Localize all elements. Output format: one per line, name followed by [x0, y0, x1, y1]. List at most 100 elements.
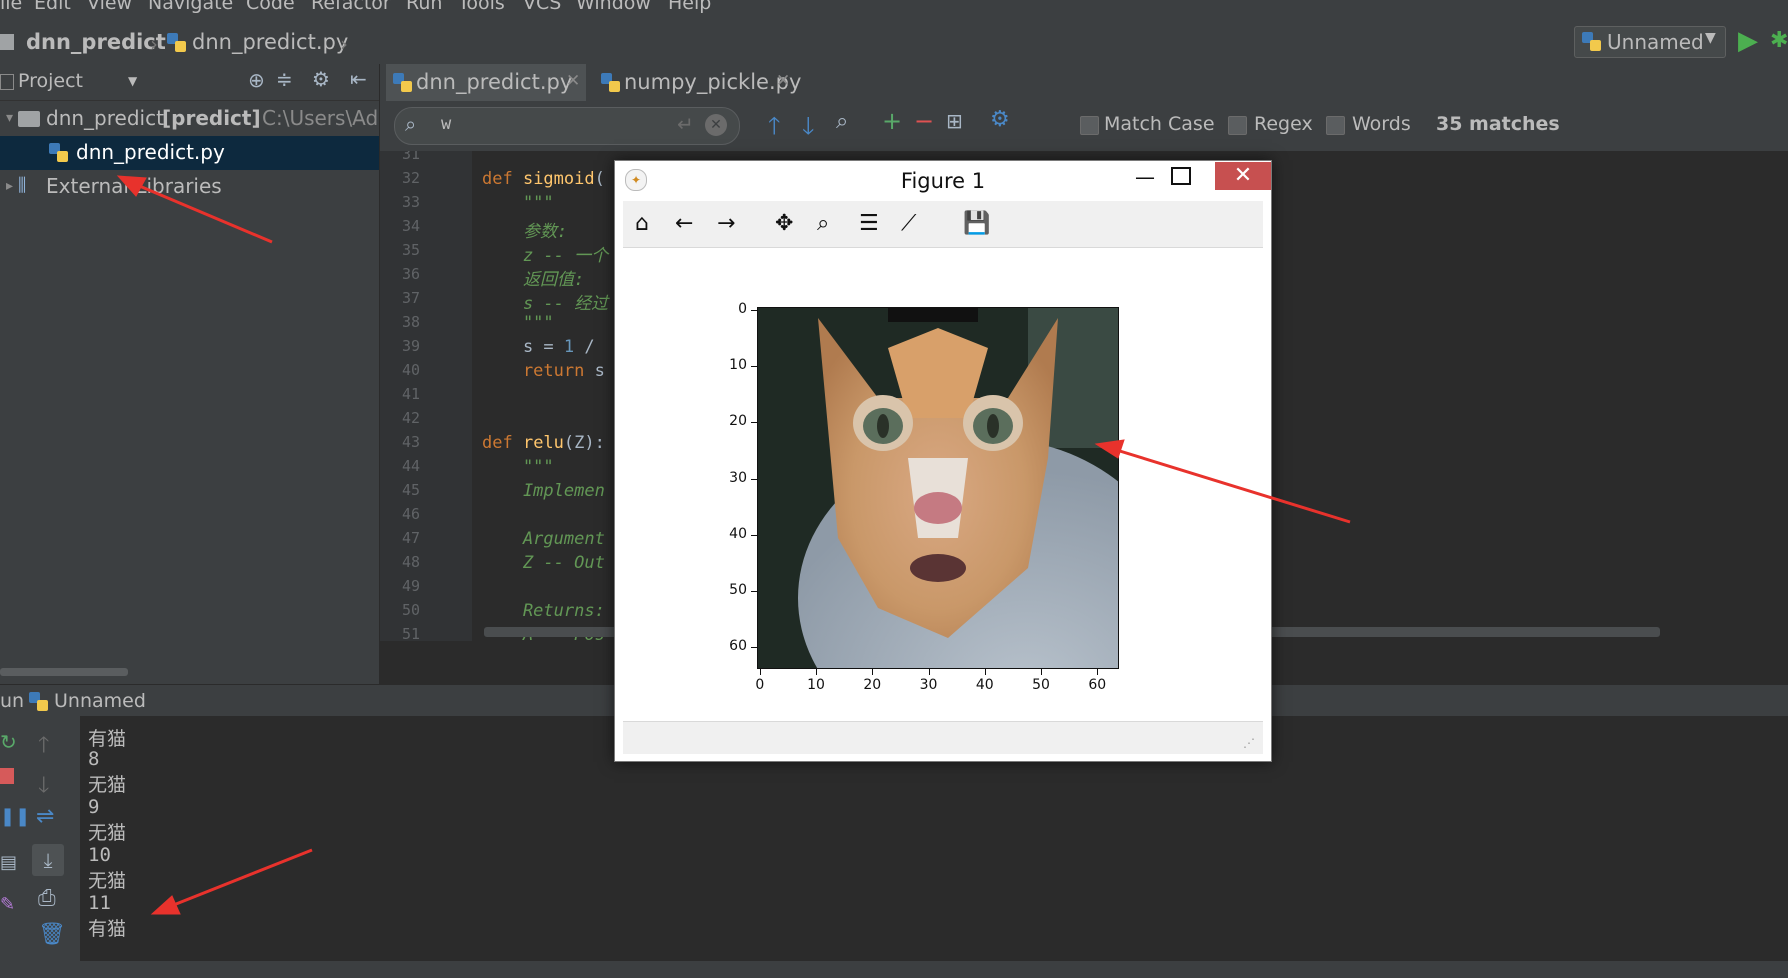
python-icon — [29, 692, 48, 711]
figure-window[interactable]: ✦ Figure 1 — ✕ ⌂ ← → ✥ ⌕ ☰ ⟋ 💾 0 10 20 3… — [614, 160, 1272, 762]
code-line: 返回值: — [482, 265, 584, 290]
close-icon[interactable]: ✕ — [776, 71, 790, 91]
stop-icon[interactable] — [0, 768, 14, 784]
add-occurrence-icon[interactable]: + — [882, 107, 902, 135]
tree-root-module: [predict] — [162, 106, 261, 130]
tree-item-root[interactable]: ▾ dnn_predict [predict] C:\Users\Adr — [0, 102, 386, 136]
breadcrumb-separator-icon: › — [150, 32, 158, 56]
next-match-icon[interactable]: 🡓 — [802, 109, 814, 150]
scroll-to-end-icon[interactable]: ⤓ — [32, 844, 64, 876]
tab-dnn-predict[interactable]: dnn_predict.py ✕ — [386, 64, 586, 101]
match-case-label: Match Case — [1104, 113, 1215, 135]
run-config-select[interactable]: Unnamed ▼ — [1574, 26, 1726, 58]
home-icon[interactable]: ⌂ — [635, 211, 649, 236]
forward-arrow-icon[interactable]: → — [717, 211, 735, 236]
menu-window[interactable]: Window — [576, 0, 651, 14]
words-checkbox[interactable] — [1326, 116, 1345, 135]
code-line: 参数: — [482, 217, 567, 242]
collapse-icon[interactable]: ≑ — [276, 67, 293, 91]
save-icon[interactable]: 💾 — [963, 211, 990, 236]
zoom-icon[interactable]: ⌕ — [817, 211, 829, 236]
regex-label: Regex — [1254, 113, 1313, 135]
run-config-name[interactable]: Unnamed — [54, 690, 146, 712]
code-line: Z -- Out — [482, 553, 605, 573]
debug-icon[interactable]: ✱ — [1770, 28, 1788, 53]
figure-title-bar[interactable]: ✦ Figure 1 — ✕ — [615, 161, 1271, 199]
folder-icon — [0, 34, 14, 50]
x-tick-label: 0 — [755, 677, 765, 693]
print-icon[interactable]: ⎙ — [38, 886, 56, 911]
resize-grip-icon[interactable]: ⋰ — [1243, 736, 1255, 750]
subplots-icon[interactable]: ☰ — [859, 211, 879, 236]
clear-icon[interactable]: ✕ — [705, 114, 727, 136]
remove-occurrence-icon[interactable]: − — [914, 107, 934, 135]
project-panel-title[interactable]: Project — [18, 70, 83, 92]
breadcrumb-separator-icon: › — [340, 32, 348, 56]
menu-edit[interactable]: Edit — [34, 0, 71, 14]
menu-bar: ile Edit View Navigate Code Refactor Run… — [0, 0, 1788, 22]
code-token: 返回值: — [482, 270, 585, 290]
tab-label: numpy_pickle.py — [624, 70, 802, 94]
y-tick-label: 60 — [729, 638, 747, 655]
menu-vcs[interactable]: VCS — [523, 0, 561, 14]
tree-item-file[interactable]: dnn_predict.py — [0, 136, 379, 170]
minimize-icon[interactable]: — — [1135, 165, 1155, 189]
pause-icon[interactable]: ❚❚ — [0, 806, 30, 827]
gear-icon[interactable]: ⚙ — [312, 67, 330, 91]
editor-tab-bar: dnn_predict.py ✕ numpy_pickle.py ✕ — [380, 64, 1788, 102]
find-all-icon[interactable]: ⌕ — [836, 109, 848, 134]
code-line: z -- 一个 — [482, 241, 608, 266]
menu-view[interactable]: View — [87, 0, 132, 14]
match-case-checkbox[interactable] — [1080, 116, 1099, 135]
search-icon: ⌕ — [405, 112, 417, 136]
locate-icon[interactable]: ⊕ — [248, 68, 265, 92]
pan-icon[interactable]: ✥ — [775, 211, 793, 236]
console-line: 有猫 — [88, 728, 127, 750]
regex-checkbox[interactable] — [1228, 116, 1247, 135]
down-arrow-icon[interactable]: 🡓 — [38, 768, 49, 806]
code-token: Argument — [482, 529, 605, 549]
code-line: """ — [482, 457, 554, 477]
figure-canvas[interactable]: 0 10 20 30 40 50 60 0 10 20 30 40 50 60 — [623, 249, 1263, 721]
previous-match-icon[interactable]: 🡑 — [768, 109, 780, 150]
tree-item-libraries[interactable]: ▸ ⫼ External Libraries — [0, 170, 379, 204]
figure-status-bar: ⋰ — [623, 721, 1263, 754]
menu-tools[interactable]: Tools — [458, 0, 505, 14]
breadcrumb-file[interactable]: dnn_predict.py — [192, 30, 348, 54]
maximize-icon[interactable] — [1171, 167, 1191, 185]
select-all-occurrences-icon[interactable]: ⊞ — [946, 109, 963, 133]
run-toolbar: ↻ ❚❚ ▤ ✎ 🡑 🡓 ⇌ ⤓ ⎙ 🗑 — [0, 716, 80, 961]
menu-file[interactable]: ile — [0, 0, 22, 14]
search-input[interactable]: ⌕ w ↵ ✕ — [394, 107, 740, 145]
x-tick-mark — [1041, 669, 1043, 675]
back-arrow-icon[interactable]: ← — [675, 211, 693, 236]
menu-refactor[interactable]: Refactor — [311, 0, 391, 14]
menu-run[interactable]: Run — [406, 0, 442, 14]
close-icon[interactable]: ✕ — [566, 71, 580, 91]
chevron-down-icon[interactable]: ▼ — [128, 74, 137, 88]
menu-code[interactable]: Code — [246, 0, 295, 14]
run-icon[interactable]: ▶ — [1738, 26, 1758, 56]
up-arrow-icon[interactable]: 🡑 — [38, 728, 49, 766]
y-tick-label: 40 — [729, 525, 747, 542]
python-file-icon — [49, 143, 68, 162]
close-icon[interactable]: ✕ — [1215, 162, 1271, 190]
menu-navigate[interactable]: Navigate — [148, 0, 233, 14]
code-line: Argument — [482, 529, 605, 549]
y-tick-mark — [751, 647, 757, 649]
horizontal-scrollbar[interactable] — [0, 668, 128, 676]
soft-wrap-icon[interactable]: ⇌ — [36, 804, 54, 829]
edit-axis-icon[interactable]: ⟋ — [901, 211, 916, 236]
pin-icon[interactable]: ✎ — [0, 894, 15, 915]
breadcrumb-project[interactable]: dnn_predict — [26, 30, 166, 54]
gear-icon[interactable]: ⚙ — [990, 107, 1010, 132]
layout-icon[interactable]: ▤ — [0, 852, 17, 873]
code-token: """ — [482, 457, 554, 477]
menu-help[interactable]: Help — [668, 0, 711, 14]
x-tick-mark — [872, 669, 874, 675]
x-tick-mark — [984, 669, 986, 675]
hide-panel-icon[interactable]: ⇤ — [350, 67, 367, 91]
trash-icon[interactable]: 🗑 — [38, 922, 66, 947]
tab-numpy-pickle[interactable]: numpy_pickle.py ✕ — [594, 64, 801, 101]
rerun-icon[interactable]: ↻ — [0, 730, 17, 754]
